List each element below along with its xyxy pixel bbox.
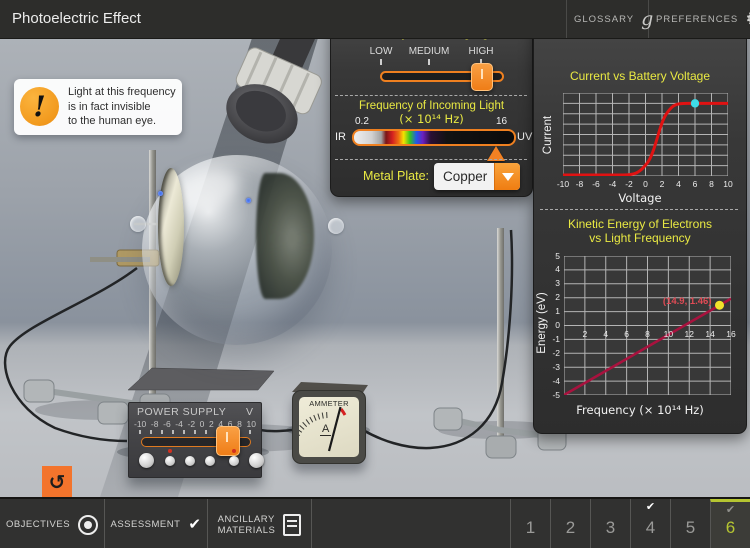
assessment-button[interactable]: ASSESSMENT ✔: [105, 499, 207, 548]
chart-b-yticks: 5 4 3 2 1 0 -1 -2 -3 -4 -5: [552, 250, 560, 400]
indicator-light: [232, 449, 236, 453]
indicator-light: [168, 449, 172, 453]
alert-box: ! Light at this frequency is in fact invi…: [14, 79, 182, 135]
power-knob[interactable]: [139, 453, 154, 468]
page-tab-2[interactable]: 2: [550, 499, 590, 548]
page-check-icon: ✔: [725, 503, 736, 516]
ammeter-needle: [327, 406, 342, 452]
page-number: 5: [685, 518, 696, 537]
glossary-label: GLOSSARY: [574, 13, 635, 25]
power-knob[interactable]: [205, 456, 215, 466]
power-supply-title: POWER SUPPLY: [137, 406, 227, 418]
reset-icon: ↺: [48, 469, 66, 494]
current-marker: [690, 99, 700, 108]
bulb-left-nub: [130, 216, 146, 232]
footer-divider: [311, 499, 312, 548]
frequency-slider-track[interactable]: [352, 129, 516, 146]
chart-b-title-2: vs Light Frequency: [589, 231, 691, 245]
intensity-slider-handle[interactable]: [471, 63, 493, 91]
chart-b-plot: (14.9, 1.46) 2 4 6 8 10 12 14 16: [563, 255, 736, 397]
target-icon: [78, 514, 99, 535]
panel-divider: [335, 159, 527, 160]
chart-a-xlabel: Voltage: [618, 191, 662, 205]
alert-text: Light at this frequency is in fact invisi…: [68, 86, 176, 127]
page-number: 6: [725, 518, 736, 537]
page-number: 4: [645, 518, 656, 537]
ammeter-dial: [299, 406, 347, 452]
panel-divider: [335, 95, 527, 96]
intensity-tick: [380, 59, 382, 65]
power-knob[interactable]: [165, 456, 175, 466]
reset-button[interactable]: ↺: [42, 466, 72, 497]
document-icon: [283, 513, 302, 536]
power-supply: POWER SUPPLY V -10 -8 -6 -4 -2 0 2 4 6 8 10: [126, 388, 264, 486]
bulb-right-nub: [328, 218, 344, 234]
ancillary-label: ANCILLARY MATERIALS: [217, 513, 276, 536]
power-supply-front: POWER SUPPLY V -10 -8 -6 -4 -2 0 2 4 6 8 10: [128, 402, 264, 478]
page-tab-1[interactable]: 1: [510, 499, 550, 548]
intensity-option-low: LOW: [369, 46, 393, 57]
uv-label: UV: [517, 131, 533, 143]
frequency-min-label: 0.2: [355, 116, 369, 127]
chart-a-plot: [561, 92, 730, 177]
assessment-label: ASSESSMENT: [110, 519, 181, 530]
page-number: 1: [525, 518, 536, 537]
topbar-divider: [566, 0, 567, 38]
page-tab-6[interactable]: ✔ 6: [710, 499, 750, 548]
page-check-icon: ✔: [645, 500, 656, 513]
frequency-title: Frequency of Incoming Light: [358, 100, 505, 112]
intensity-option-high: HIGH: [468, 46, 494, 57]
power-knob[interactable]: [185, 456, 195, 466]
top-bar: Photoelectric Effect GLOSSARY g PREFEREN…: [0, 0, 750, 39]
chart-a-xticks: -10 -8 -6 -4 -2 0 2 4 6 8 10: [556, 179, 733, 189]
panel-divider: [540, 209, 738, 210]
cathode-plate: [158, 168, 184, 286]
page-number: 3: [605, 518, 616, 537]
metal-plate-value: Copper: [443, 169, 488, 184]
glossary-button[interactable]: GLOSSARY g: [574, 0, 654, 38]
electron-dot: [158, 191, 163, 196]
page-selector: 1 2 3 ✔ 4 5 ✔ 6: [510, 499, 750, 548]
intensity-tick: [428, 59, 430, 65]
bottom-bar: OBJECTIVES ASSESSMENT ✔ ANCILLARY MATERIA…: [0, 497, 750, 548]
charts-panel: Current vs Battery Voltage Current -10 -8…: [533, 18, 747, 434]
preferences-button[interactable]: PREFERENCES ⚙: [656, 0, 750, 38]
power-knob[interactable]: [229, 456, 239, 466]
light-control-panel: Intensity of Incoming Light LOW MEDIUM H…: [330, 18, 533, 197]
page-title: Photoelectric Effect: [12, 10, 141, 27]
power-knob[interactable]: [249, 453, 264, 468]
ammeter: AMMETER A: [292, 390, 366, 464]
objectives-button[interactable]: OBJECTIVES: [0, 499, 104, 548]
warning-icon: !: [20, 87, 59, 126]
page-tab-3[interactable]: 3: [590, 499, 630, 548]
ir-label: IR: [335, 131, 346, 143]
frequency-max-label: 16: [496, 116, 508, 127]
preferences-label: PREFERENCES: [656, 13, 739, 25]
chart-b-title-1: Kinetic Energy of Electrons: [567, 217, 713, 231]
page-tab-4[interactable]: ✔ 4: [630, 499, 670, 548]
electron-dot: [246, 198, 251, 203]
metal-plate-dropdown[interactable]: Copper: [434, 163, 520, 190]
check-icon: ✔: [188, 515, 202, 533]
gear-icon: ⚙: [745, 9, 750, 29]
page-number: 2: [565, 518, 576, 537]
intensity-option-medium: MEDIUM: [408, 46, 450, 57]
power-supply-unit: V: [245, 406, 253, 418]
ammeter-face: AMMETER A: [299, 397, 359, 457]
dropdown-arrow-icon[interactable]: [494, 163, 520, 190]
page-tab-5[interactable]: 5: [670, 499, 710, 548]
ancillary-materials-button[interactable]: ANCILLARY MATERIALS: [208, 499, 311, 548]
objectives-label: OBJECTIVES: [5, 519, 71, 530]
power-supply-knobs: [137, 449, 264, 473]
photoelectric-effect-app: Photoelectric Effect GLOSSARY g PREFEREN…: [0, 0, 750, 548]
glossary-icon: g: [641, 7, 655, 30]
chart-b-xlabel: Frequency (× 10¹⁴ Hz): [576, 403, 704, 417]
chart-a-title: Current vs Battery Voltage: [569, 69, 711, 83]
metal-plate-label: Metal Plate:: [363, 169, 430, 183]
